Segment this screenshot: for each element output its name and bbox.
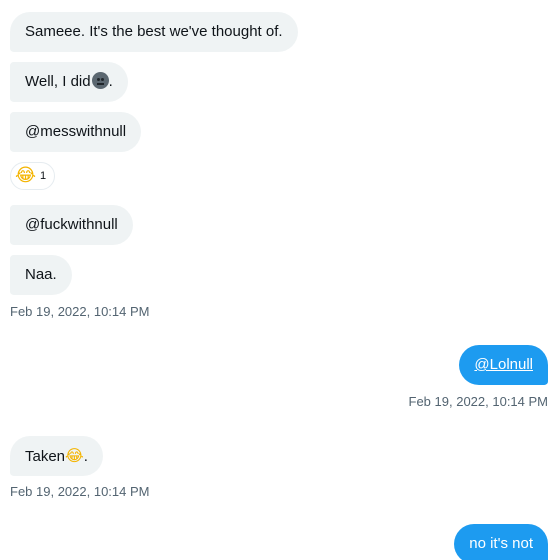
message-text: @messwithnull xyxy=(25,123,127,140)
conversation-thread: Sameee. It's the best we've thought of. … xyxy=(0,0,560,560)
message-bubble-outgoing[interactable]: @Lolnull xyxy=(459,345,548,385)
message-bubble-outgoing[interactable]: no it's not xyxy=(454,524,548,560)
mention-link[interactable]: @Lolnull xyxy=(474,356,533,373)
neutral-face-icon xyxy=(91,72,109,89)
message-text: no it's not xyxy=(469,535,533,552)
message-text-suffix: . xyxy=(108,73,113,90)
message-text: Sameee. It's the best we've thought of. xyxy=(25,23,283,40)
message-bubble-incoming[interactable]: Taken😂. xyxy=(10,436,103,476)
reaction-badge[interactable]: 😂 1 xyxy=(10,162,56,190)
message-text: @fuckwithnull xyxy=(25,216,118,233)
message-bubble-incoming[interactable]: Well, I did. xyxy=(10,62,128,102)
message-text: Well, I did xyxy=(25,73,91,90)
message-text: Taken xyxy=(25,448,66,465)
message-text: Naa. xyxy=(25,266,57,283)
message-bubble-incoming[interactable]: @fuckwithnull xyxy=(10,205,133,245)
tears-of-joy-icon: 😂 xyxy=(65,446,84,465)
message-text-suffix: . xyxy=(83,448,88,465)
message-timestamp: Feb 19, 2022, 10:14 PM xyxy=(408,394,548,409)
tears-of-joy-icon: 😂 xyxy=(15,165,37,186)
message-bubble-incoming[interactable]: Naa. xyxy=(10,255,72,295)
message-timestamp: Feb 19, 2022, 10:14 PM xyxy=(10,304,150,319)
message-timestamp: Feb 19, 2022, 10:14 PM xyxy=(10,484,150,499)
message-bubble-incoming[interactable]: @messwithnull xyxy=(10,112,142,152)
reaction-count: 1 xyxy=(40,170,47,182)
message-bubble-incoming[interactable]: Sameee. It's the best we've thought of. xyxy=(10,12,298,52)
